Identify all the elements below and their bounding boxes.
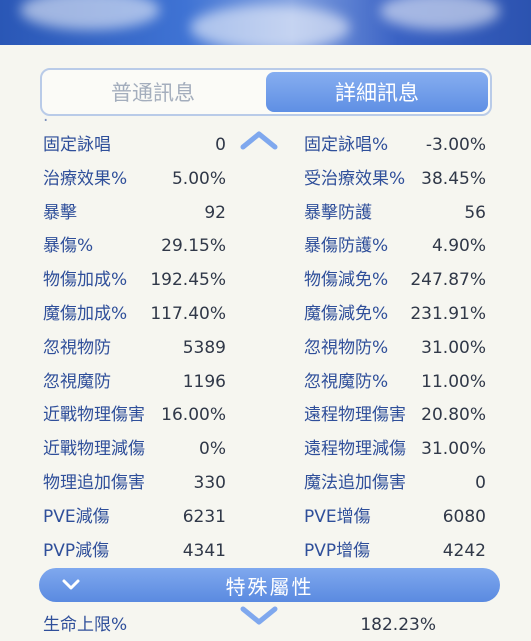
chevron-up-icon[interactable] <box>240 130 278 150</box>
stat-value-left: 1196 <box>182 371 226 392</box>
stat-value-left: 0% <box>199 439 226 460</box>
stat-row: PVE減傷 6231 PVE增傷 6080 <box>0 500 531 534</box>
stat-value-right: 31.00% <box>421 337 486 358</box>
stat-row: 治療效果% 5.00% 受治療效果% 38.45% <box>0 162 531 196</box>
stat-label-right: PVE增傷 <box>304 506 371 527</box>
stat-label-left: 治療效果% <box>43 168 128 189</box>
stat-value-left: 4341 <box>182 540 226 561</box>
stat-row: 魔傷加成% 117.40% 魔傷減免% 231.91% <box>0 297 531 331</box>
stat-value-left: 0 <box>215 135 226 155</box>
stat-row: 忽視魔防 1196 忽視魔防% 11.00% <box>0 365 531 399</box>
stat-label-left: PVP減傷 <box>43 540 110 561</box>
stat-label-right: 遠程物理減傷 <box>304 439 406 460</box>
stat-value-right: 4242 <box>442 540 486 561</box>
stat-value: 182.23% <box>360 615 436 635</box>
stat-value-left: 5.00% <box>171 168 226 189</box>
stat-value-right: 31.00% <box>421 439 486 460</box>
chevron-down-icon <box>62 579 80 590</box>
stat-row: 物理追加傷害 330 魔法追加傷害 0 <box>0 466 531 500</box>
info-tabs: 普通訊息 詳細訊息 <box>40 68 492 116</box>
stat-value-left: 117.40% <box>150 304 226 324</box>
stat-label-right: PVP增傷 <box>304 540 371 561</box>
stat-label-left: 暴擊 <box>43 202 77 223</box>
stat-value-right: 6080 <box>442 506 486 527</box>
stat-label-right: 魔傷減免% <box>304 304 389 324</box>
stat-label-right: 物傷減免% <box>304 270 389 291</box>
stat-value-right: 231.91% <box>410 304 486 324</box>
stats-list[interactable]: · 固定詠唱 0 固定詠唱% -3.00% 治療效果% 5.00% 受治療效果% 38.45%… <box>0 118 531 628</box>
stat-value-left: 29.15% <box>161 236 226 257</box>
stat-value-left: 5389 <box>182 337 226 358</box>
stat-value-left: 16.00% <box>161 405 226 426</box>
header-sky-background <box>0 0 531 45</box>
stat-label-left: 固定詠唱 <box>43 135 111 155</box>
stat-label-left: 忽視魔防 <box>43 371 111 392</box>
stat-row: 物傷加成% 192.45% 物傷減免% 247.87% <box>0 263 531 297</box>
chevron-down-scroll-icon[interactable] <box>240 605 278 625</box>
stat-label-right: 受治療效果% <box>304 168 406 189</box>
stat-row: PVP減傷 4341 PVP增傷 4242 <box>0 534 531 568</box>
stat-label-right: 忽視物防% <box>304 337 389 358</box>
stat-value-right: 38.45% <box>421 168 486 189</box>
stat-label-left: 忽視物防 <box>43 337 111 358</box>
stat-label-right: 忽視魔防% <box>304 371 389 392</box>
tab-detail-info[interactable]: 詳細訊息 <box>266 72 488 112</box>
stat-value-right: 11.00% <box>421 371 486 392</box>
stat-value-left: 192.45% <box>150 270 226 291</box>
stat-value-right: -3.00% <box>425 135 486 155</box>
stat-value-right: 4.90% <box>431 236 486 257</box>
stat-label-right: 魔法追加傷害 <box>304 473 406 493</box>
stat-row: 近戰物理傷害 16.00% 遠程物理傷害 20.80% <box>0 398 531 432</box>
stat-row: 暴傷% 29.15% 暴傷防護% 4.90% <box>0 229 531 263</box>
stat-value-left: 92 <box>204 202 226 223</box>
stat-value-right: 247.87% <box>410 270 486 291</box>
stat-label-left: PVE減傷 <box>43 506 110 527</box>
tab-normal-info[interactable]: 普通訊息 <box>42 70 264 114</box>
stat-label-left: 魔傷加成% <box>43 304 128 324</box>
stat-value-left: 6231 <box>182 506 226 527</box>
stat-label-right: 暴擊防護 <box>304 202 372 223</box>
stat-value-left: 330 <box>193 473 226 493</box>
stat-value-right: 20.80% <box>421 405 486 426</box>
stat-label-right: 固定詠唱% <box>304 135 389 155</box>
stat-label-left: 暴傷% <box>43 236 94 257</box>
stat-label: 生命上限% <box>43 615 128 635</box>
stat-row: 近戰物理減傷 0% 遠程物理減傷 31.00% <box>0 432 531 466</box>
stat-label-left: 物傷加成% <box>43 270 128 291</box>
stat-value-right: 0 <box>475 473 486 493</box>
stat-row: 暴擊 92 暴擊防護 56 <box>0 196 531 230</box>
stat-label-left: 物理追加傷害 <box>43 473 145 493</box>
stat-label-left: 近戰物理傷害 <box>43 405 145 426</box>
section-title: 特殊屬性 <box>225 574 314 599</box>
stat-label-right: 暴傷防護% <box>304 236 389 257</box>
stat-label-left: 近戰物理減傷 <box>43 439 145 460</box>
stat-row: 忽視物防 5389 忽視物防% 31.00% <box>0 331 531 365</box>
stat-label-right: 遠程物理傷害 <box>304 405 406 426</box>
stat-value-right: 56 <box>464 202 486 223</box>
section-special-attributes[interactable]: 特殊屬性 <box>39 568 500 602</box>
